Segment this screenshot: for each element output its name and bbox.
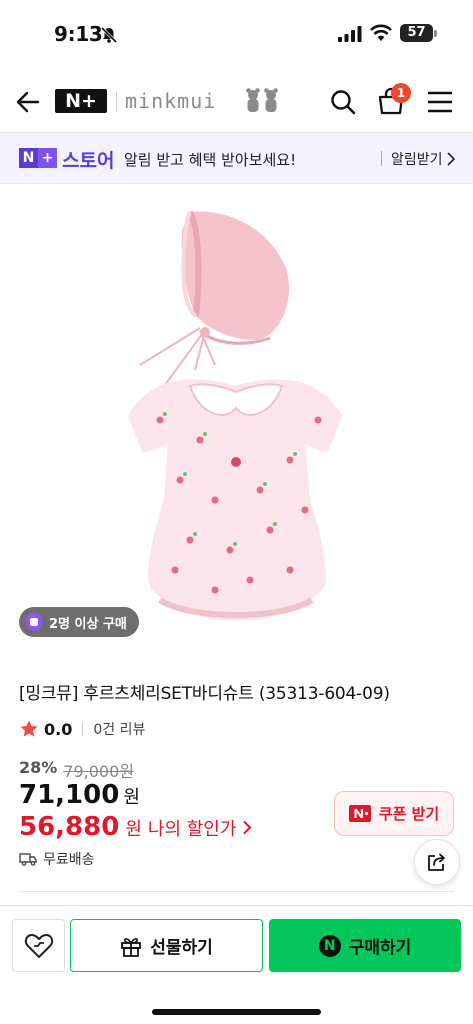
battery-tip <box>434 30 437 37</box>
gift-icon <box>121 937 142 957</box>
rating-divider <box>82 722 84 736</box>
coupon-button[interactable]: 쿠폰 받기 <box>334 791 454 836</box>
back-arrow-icon[interactable] <box>14 88 42 116</box>
header-divider <box>116 92 117 112</box>
store-alarm-banner[interactable]: N + 스토어 알림 받고 혜택 받아보세요! 알림받기 <box>0 132 473 184</box>
gift-button[interactable]: 선물하기 <box>70 919 263 972</box>
bodysuit-illustration <box>128 379 342 620</box>
sale-price-unit: 원 <box>123 787 140 808</box>
original-price: 79,000원 <box>63 762 135 781</box>
search-icon[interactable] <box>329 88 357 116</box>
star-icon <box>20 720 38 737</box>
my-price-unit: 원 <box>125 819 142 840</box>
group-purchase-text: 2명 이상 구매 <box>49 616 127 632</box>
status-bar: 9:13 57 <box>0 0 473 66</box>
banner-message: 알림 받고 혜택 받아보세요! <box>124 151 297 169</box>
product-title: [밍크뮤] 후르츠체리SET바디슈트 (35313-604-09) <box>19 684 390 704</box>
naver-plus-logo-text: N+ <box>65 90 97 112</box>
buy-button[interactable]: N 구매하기 <box>269 919 461 972</box>
shipping-text: 무료배송 <box>43 852 95 868</box>
naver-pay-icon: N <box>318 934 341 957</box>
chevron-right-icon <box>243 820 252 834</box>
bonnet-illustration <box>139 210 290 386</box>
rating-score: 0.0 <box>44 719 73 739</box>
naver-plus-logo[interactable]: N+ <box>55 89 107 113</box>
cart-count-badge: 1 <box>391 83 411 103</box>
bear-logo-icon <box>246 88 278 112</box>
coupon-ticket-icon <box>348 805 371 822</box>
share-icon <box>428 853 445 871</box>
cellular-signal-icon <box>338 26 362 42</box>
product-image[interactable] <box>0 190 473 650</box>
group-purchase-badge: 2명 이상 구매 <box>19 607 139 637</box>
delivery-truck-icon <box>19 853 37 866</box>
wishlist-button[interactable] <box>12 919 65 972</box>
discount-row: 28% 79,000원 <box>19 758 134 782</box>
chevron-right-icon <box>447 152 456 166</box>
banner-divider <box>381 151 382 166</box>
sale-price-value: 71,100 <box>19 780 120 810</box>
my-price-value: 56,880 <box>19 812 120 842</box>
naver-plus-store-logo: N + <box>19 148 57 168</box>
store-label: 스토어 <box>62 150 115 172</box>
naver-plus-logo-n: N <box>19 148 38 168</box>
review-count[interactable]: 0건 리뷰 <box>93 719 145 739</box>
battery-level: 57 <box>400 24 433 42</box>
shipping-info: 무료배송 <box>19 849 95 869</box>
group-buy-icon <box>25 613 43 631</box>
brand-name[interactable]: minkmui <box>125 89 216 113</box>
rating-row[interactable]: 0.0 0건 리뷰 <box>19 718 145 740</box>
status-time: 9:13 <box>54 22 103 46</box>
app-header: N+ minkmui 1 <box>0 74 473 130</box>
coupon-button-label: 쿠폰 받기 <box>378 805 440 823</box>
home-indicator <box>152 1009 321 1015</box>
naver-plus-logo-plus: + <box>38 148 57 168</box>
wifi-icon <box>370 24 392 41</box>
gift-button-label: 선물하기 <box>150 938 213 958</box>
discount-percent: 28% <box>19 758 58 777</box>
purchase-bar: 선물하기 N 구매하기 <box>0 905 473 1024</box>
hamburger-menu-icon[interactable] <box>427 91 453 113</box>
sale-price: 71,100 원 <box>19 780 140 810</box>
heart-outline-icon <box>24 933 53 958</box>
my-discount-price-link[interactable]: 56,880 원 나의 할인가 <box>19 812 252 842</box>
buy-button-label: 구매하기 <box>348 938 412 958</box>
share-button[interactable] <box>414 839 460 885</box>
my-price-label: 나의 할인가 <box>147 819 237 840</box>
alarm-subscribe-link[interactable]: 알림받기 <box>391 149 443 169</box>
bell-muted-icon <box>100 26 118 44</box>
section-divider <box>19 891 454 892</box>
